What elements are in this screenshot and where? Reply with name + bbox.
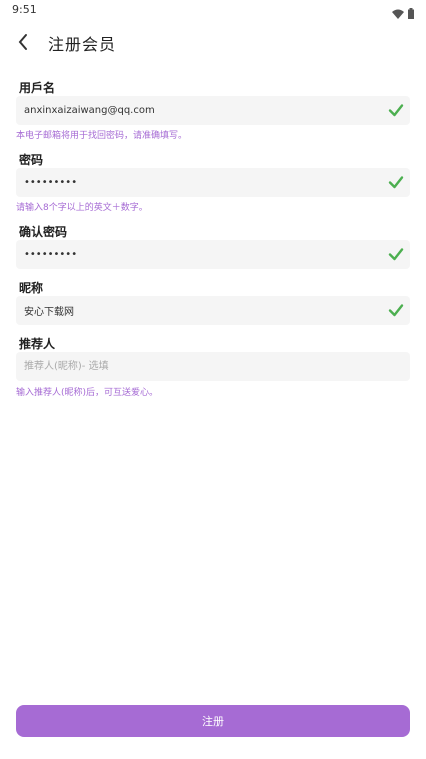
confirm-password-label: 确认密码 [19, 225, 68, 239]
username-input[interactable] [24, 96, 364, 125]
referrer-hint: 输入推荐人(昵称)后，可互送爱心。 [16, 388, 159, 398]
page-title: 注册会员 [48, 35, 117, 54]
password-input[interactable] [24, 168, 364, 197]
check-icon [388, 248, 404, 261]
referrer-field-container [16, 352, 410, 381]
nickname-label: 昵称 [19, 281, 44, 295]
check-icon [388, 104, 404, 117]
username-label: 用戶名 [19, 81, 56, 95]
password-field-container [16, 168, 410, 197]
nickname-input[interactable] [24, 296, 364, 325]
referrer-label: 推荐人 [19, 337, 56, 351]
referrer-input[interactable] [24, 352, 364, 381]
check-icon [388, 176, 404, 189]
register-button[interactable]: 注册 [16, 705, 410, 737]
confirm-password-field-container [16, 240, 410, 269]
app-bar: 注册会员 [0, 22, 426, 62]
check-icon [388, 304, 404, 317]
status-bar: 9:51 [0, 0, 426, 22]
username-hint: 本电子邮箱将用于找回密码，请准确填写。 [16, 131, 188, 141]
confirm-password-input[interactable] [24, 240, 364, 269]
password-hint: 请输入8个字以上的英文＋数字。 [16, 203, 148, 213]
username-field-container [16, 96, 410, 125]
status-time: 9:51 [12, 3, 37, 16]
battery-icon [408, 4, 414, 23]
password-label: 密码 [19, 153, 44, 167]
nickname-field-container [16, 296, 410, 325]
back-button[interactable] [12, 30, 36, 54]
wifi-icon [392, 4, 404, 23]
chevron-left-icon [18, 34, 27, 50]
